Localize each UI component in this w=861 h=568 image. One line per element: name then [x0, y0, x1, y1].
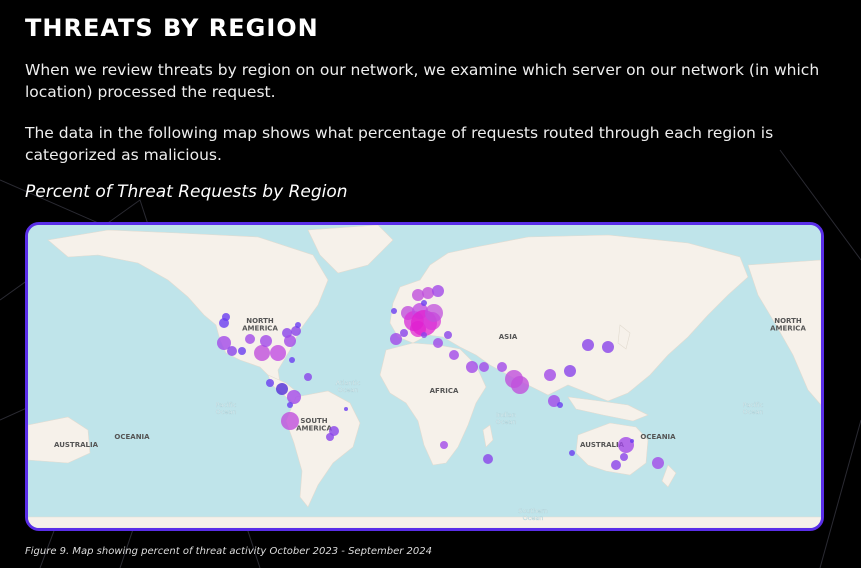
label-oceania-west: OCEANIA: [114, 433, 150, 441]
marker-montreal[interactable]: [295, 322, 301, 328]
marker-auckland[interactable]: [652, 457, 664, 469]
marker-melbourne[interactable]: [611, 460, 621, 470]
marker-darwin[interactable]: [630, 439, 634, 443]
marker-helsinki[interactable]: [432, 285, 444, 297]
marker-jakarta[interactable]: [557, 402, 563, 408]
marker-guatemala[interactable]: [276, 383, 288, 395]
marker-dublin[interactable]: [391, 308, 397, 314]
marker-athens[interactable]: [433, 338, 443, 348]
marker-riyadh[interactable]: [466, 361, 478, 373]
label-pacific-ocean-east: Pacific Ocean: [743, 401, 764, 416]
marker-dallas[interactable]: [254, 345, 270, 361]
intro-paragraph-2: The data in the following map shows what…: [25, 124, 774, 164]
marker-mexico-city[interactable]: [266, 379, 274, 387]
threat-map[interactable]: NORTH AMERICA NORTH AMERICA SOUTH AMERICA A…: [25, 222, 824, 531]
marker-mauritius[interactable]: [483, 454, 493, 464]
marker-washington[interactable]: [284, 335, 296, 347]
marker-tokyo[interactable]: [602, 341, 614, 353]
label-australia-west: AUSTRALIA: [54, 441, 99, 449]
marker-istanbul[interactable]: [444, 331, 452, 339]
marker-phoenix[interactable]: [238, 347, 246, 355]
marker-stockholm[interactable]: [422, 287, 434, 299]
marker-bangkok[interactable]: [544, 369, 556, 381]
marker-lisbon[interactable]: [390, 333, 402, 345]
map-subtitle: Percent of Threat Requests by Region: [25, 182, 348, 202]
land-antarctica: [28, 516, 821, 528]
label-asia: ASIA: [499, 333, 518, 341]
world-map: NORTH AMERICA NORTH AMERICA SOUTH AMERICA A…: [28, 225, 821, 528]
label-atlantic-ocean: Atlantic Ocean: [336, 379, 361, 394]
marker-chennai[interactable]: [511, 376, 529, 394]
marker-hong-kong[interactable]: [564, 365, 576, 377]
marker-dubai[interactable]: [479, 362, 489, 372]
marker-seattle[interactable]: [222, 313, 230, 321]
marker-perth[interactable]: [569, 450, 575, 456]
marker-madrid[interactable]: [400, 329, 408, 337]
marker-cairo[interactable]: [449, 350, 459, 360]
marker-karachi[interactable]: [497, 362, 507, 372]
marker-riga[interactable]: [421, 300, 427, 306]
marker-warsaw[interactable]: [425, 304, 443, 322]
label-pacific-ocean-west: Pacific Ocean: [216, 401, 237, 416]
marker-miami[interactable]: [289, 357, 295, 363]
label-north-america: NORTH AMERICA: [242, 317, 278, 333]
marker-chicago[interactable]: [260, 335, 272, 347]
marker-seoul[interactable]: [582, 339, 594, 351]
marker-rio[interactable]: [326, 433, 334, 441]
label-indian-ocean: Indian Ocean: [496, 411, 517, 426]
intro-paragraph-1: When we review threats by region on our …: [25, 61, 820, 101]
label-africa: AFRICA: [430, 387, 459, 395]
marker-panama[interactable]: [287, 390, 301, 404]
marker-oslo[interactable]: [412, 289, 424, 301]
label-north-america-east: NORTH AMERICA: [770, 317, 806, 333]
page-title: THREATS BY REGION: [25, 14, 319, 42]
label-australia: AUSTRALIA: [580, 441, 625, 449]
marker-lima[interactable]: [281, 412, 299, 430]
marker-denver[interactable]: [245, 334, 255, 344]
marker-colombia[interactable]: [287, 402, 293, 408]
label-southern-ocean: Southern Ocean: [518, 507, 548, 522]
marker-caribbean[interactable]: [304, 373, 312, 381]
marker-los-angeles[interactable]: [227, 346, 237, 356]
label-oceania: OCEANIA: [640, 433, 676, 441]
figure-caption: Figure 9. Map showing percent of threat …: [25, 546, 432, 557]
marker-recife[interactable]: [344, 407, 348, 411]
marker-johannesburg[interactable]: [440, 441, 448, 449]
label-south-america: SOUTH AMERICA: [296, 417, 332, 433]
marker-sydney[interactable]: [620, 453, 628, 461]
marker-atlanta[interactable]: [270, 345, 286, 361]
marker-rome[interactable]: [421, 332, 427, 338]
